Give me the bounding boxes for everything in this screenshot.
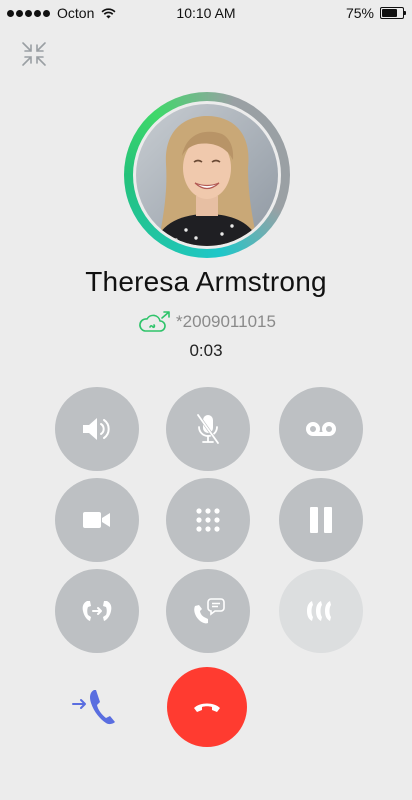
battery-percentage: 75% xyxy=(345,5,374,21)
collapse-button[interactable] xyxy=(18,38,50,70)
video-camera-icon xyxy=(83,512,110,528)
mute-button[interactable] xyxy=(166,387,250,471)
status-right: 75% xyxy=(345,5,406,21)
conference-button[interactable] xyxy=(279,569,363,653)
pause-icon xyxy=(310,507,332,533)
end-call-icon xyxy=(194,703,220,712)
contact-number: *2009011015 xyxy=(176,312,276,331)
transfer-call-button[interactable] xyxy=(70,686,118,728)
dialpad-icon xyxy=(196,508,220,532)
call-transfer-icon xyxy=(82,601,112,621)
transfer-button[interactable] xyxy=(55,569,139,653)
voicemail-icon xyxy=(306,422,336,436)
voicemail-button[interactable] xyxy=(279,387,363,471)
status-bar: Octon 10:10 AM 75% xyxy=(0,0,412,26)
battery-icon xyxy=(380,7,406,19)
keypad-button[interactable] xyxy=(166,478,250,562)
end-call-button[interactable] xyxy=(167,667,247,747)
call-chat-button[interactable] xyxy=(166,569,250,653)
cloud-outgoing-call-icon xyxy=(139,311,170,332)
contact-name: Theresa Armstrong xyxy=(85,266,327,297)
video-button[interactable] xyxy=(55,478,139,562)
call-duration: 0:03 xyxy=(189,341,223,360)
call-chat-icon xyxy=(194,598,225,624)
speaker-button[interactable] xyxy=(55,387,139,471)
speaker-icon xyxy=(83,418,110,440)
hold-button[interactable] xyxy=(279,478,363,562)
microphone-off-icon xyxy=(196,413,220,445)
conference-icon xyxy=(307,601,331,621)
avatar-ring xyxy=(124,92,290,258)
collapse-arrows-icon xyxy=(22,42,46,66)
contact-number-row: *2009011015 xyxy=(0,310,412,334)
transfer-call-icon xyxy=(72,690,115,725)
avatar xyxy=(136,104,278,246)
